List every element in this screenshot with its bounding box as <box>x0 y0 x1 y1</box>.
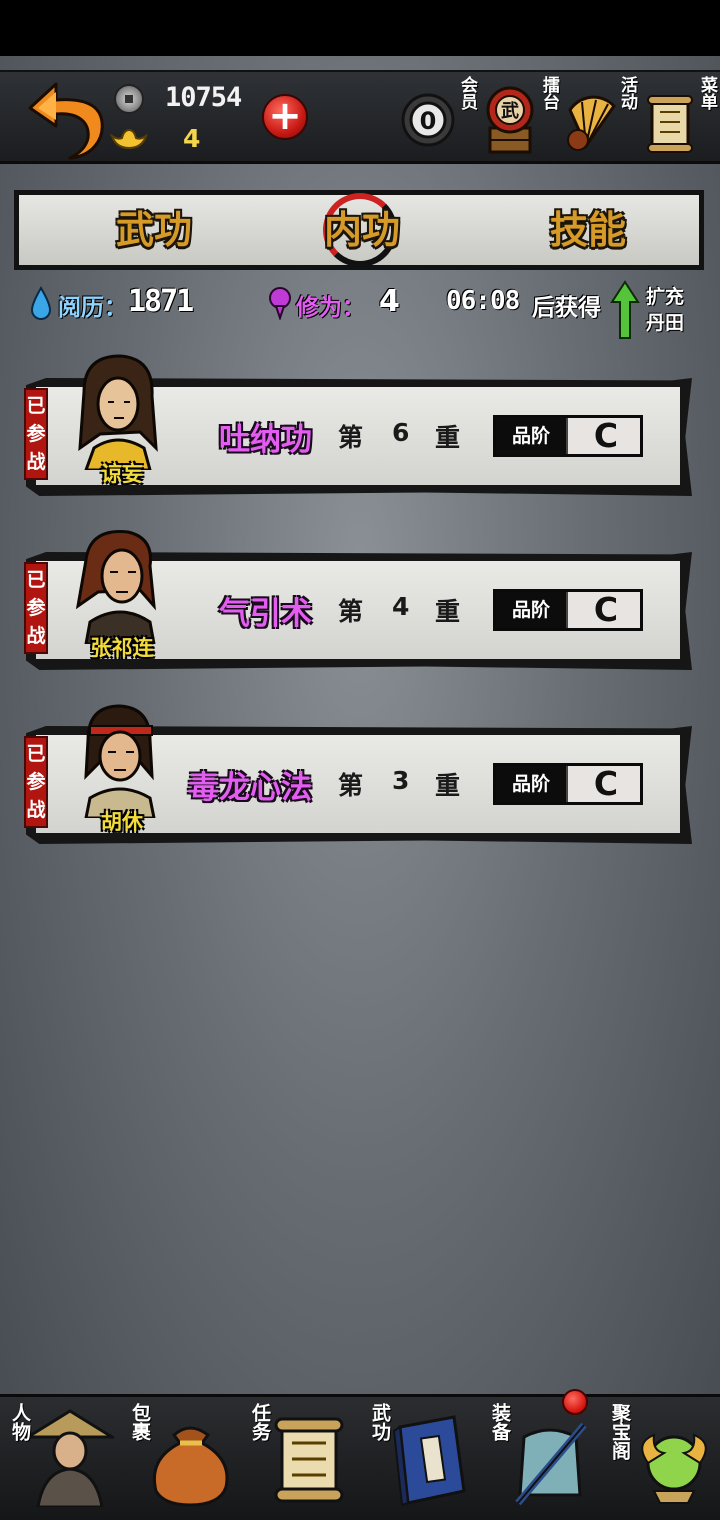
level-suffix: 重 <box>435 597 461 626</box>
martial-book-icon <box>392 1415 466 1507</box>
in-battle-tag: 已参战 <box>24 562 48 654</box>
skill-row[interactable]: 已参战 胡休 毒龙心法 第 3 重 品阶 C <box>24 704 692 844</box>
expand-dantian-button[interactable]: 扩充 丹田 <box>610 280 706 340</box>
events-label: 活动 <box>617 76 637 110</box>
grade-label: 品阶 <box>496 592 568 628</box>
gold-ingot-icon <box>110 128 148 150</box>
nav-equipment-label: 装备 <box>489 1403 511 1441</box>
timer-suffix: 后获得 <box>532 295 601 321</box>
in-battle-tag: 已参战 <box>24 736 48 828</box>
events-button[interactable]: 活动 <box>564 76 637 162</box>
grade-box: 品阶 C <box>493 763 643 805</box>
vip-gear-icon: 0 <box>401 93 455 147</box>
character-icon <box>24 1409 114 1507</box>
nav-martial-arts[interactable]: 武功 <box>360 1397 480 1517</box>
countdown-timer: 06:08 <box>446 286 520 316</box>
nav-character[interactable]: 人物 <box>0 1397 120 1517</box>
treasure-icon <box>641 1433 707 1504</box>
hero-name: 谅妄 <box>101 462 143 486</box>
nav-treasure-label: 聚宝阁 <box>609 1403 631 1460</box>
svg-text:0: 0 <box>420 107 437 135</box>
drum-char: 武 <box>501 101 519 122</box>
hero-name: 胡休 <box>101 810 143 834</box>
cultivation-label: 修为： <box>296 295 365 321</box>
scroll-icon <box>274 1417 344 1503</box>
skill-level: 4 <box>392 592 410 621</box>
level-suffix: 重 <box>435 423 461 452</box>
nav-bag[interactable]: 包裹 <box>120 1397 240 1517</box>
grade-box: 品阶 C <box>493 415 643 457</box>
level-prefix: 第 <box>338 771 364 800</box>
cultivation-value: 4 <box>379 284 400 319</box>
nav-quests-label: 任务 <box>249 1403 271 1441</box>
nav-quests[interactable]: 任务 <box>240 1397 360 1517</box>
top-bar: 10754 4 + 0 会员 武 擂台 活动 菜单 <box>0 70 720 164</box>
equipment-icon <box>515 1422 587 1506</box>
grade-value: C <box>593 590 619 629</box>
nav-character-label: 人物 <box>9 1403 31 1441</box>
drum-icon: 武 <box>486 86 534 154</box>
bottom-nav: 人物 包裹 任务 武功 装备 聚宝阁 <box>0 1389 720 1520</box>
tab-martial-arts[interactable]: 武功 <box>69 195 239 265</box>
nav-equipment[interactable]: 装备 <box>480 1397 600 1517</box>
expand-label-1: 扩充 <box>646 286 685 308</box>
nav-treasure-pavilion[interactable]: 聚宝阁 <box>600 1397 720 1517</box>
arena-label: 擂台 <box>539 76 559 110</box>
silver-coin-icon <box>114 84 144 114</box>
gold-amount: 4 <box>183 124 201 153</box>
status-bar <box>0 0 720 56</box>
fan-gourd-icon <box>567 95 616 151</box>
arena-button[interactable]: 武 擂台 <box>482 76 559 162</box>
hero-portrait <box>84 704 156 818</box>
tab-skills[interactable]: 技能 <box>503 195 673 265</box>
grade-box: 品阶 C <box>493 589 643 631</box>
game-screen: 10754 4 + 0 会员 武 擂台 活动 菜单 武功 内功 技能 阅历： 1… <box>0 56 720 1520</box>
hero-portrait <box>75 530 156 644</box>
coins-amount: 10754 <box>165 82 242 113</box>
nav-martial-arts-label: 武功 <box>369 1403 391 1441</box>
vip-button[interactable]: 0 会员 <box>400 76 477 162</box>
hero-name: 张祁连 <box>90 636 154 660</box>
hero-portrait <box>78 354 158 470</box>
skill-level: 6 <box>392 418 410 447</box>
tab-bar: 武功 内功 技能 <box>14 190 704 270</box>
skill-name: 气引术 <box>219 596 312 632</box>
menu-label: 菜单 <box>697 76 717 110</box>
skill-row[interactable]: 已参战 谅妄 吐纳功 第 6 重 品阶 C <box>24 354 692 496</box>
stats-row: 阅历： 1871 修为： 4 06:08 后获得 扩充 丹田 <box>0 278 720 340</box>
bag-icon <box>153 1426 229 1507</box>
equipment-notification-dot <box>562 1389 588 1415</box>
cultivation-orb-icon <box>269 287 291 320</box>
add-currency-button[interactable]: + <box>262 94 308 140</box>
grade-value: C <box>593 416 619 455</box>
menu-button[interactable]: 菜单 <box>644 76 717 162</box>
grade-value: C <box>593 764 619 803</box>
up-arrow-icon <box>610 280 640 339</box>
skill-row[interactable]: 已参战 张祁连 气引术 第 4 重 品阶 C <box>24 530 692 670</box>
level-prefix: 第 <box>338 423 364 452</box>
vip-label: 会员 <box>457 76 477 110</box>
experience-label: 阅历： <box>58 295 127 321</box>
nav-bag-label: 包裹 <box>129 1403 151 1441</box>
tab-inner-power[interactable]: 内功 <box>277 195 447 265</box>
skill-name: 毒龙心法 <box>188 770 312 806</box>
experience-value: 1871 <box>128 284 194 319</box>
menu-scroll-icon <box>647 95 693 153</box>
level-prefix: 第 <box>338 597 364 626</box>
skill-name: 吐纳功 <box>219 422 312 458</box>
in-battle-tag: 已参战 <box>24 388 48 480</box>
expand-label-2: 丹田 <box>646 312 685 334</box>
back-arrow-icon[interactable] <box>26 78 104 160</box>
grade-label: 品阶 <box>496 418 568 454</box>
water-drop-icon <box>30 286 52 320</box>
level-suffix: 重 <box>435 771 461 800</box>
skill-level: 3 <box>392 766 410 795</box>
grade-label: 品阶 <box>496 766 568 802</box>
